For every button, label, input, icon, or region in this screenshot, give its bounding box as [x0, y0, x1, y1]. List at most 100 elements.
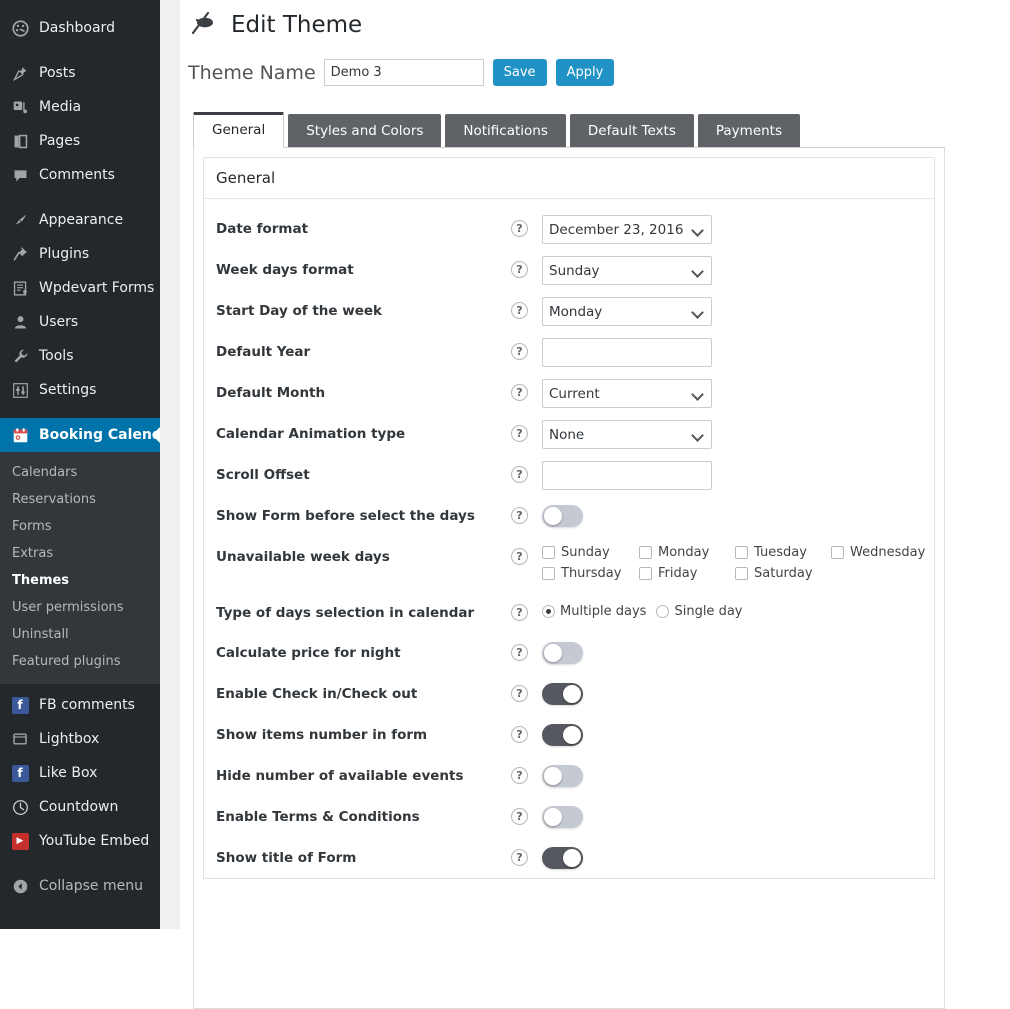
sidebar-item-label: Countdown: [39, 799, 119, 815]
help-icon[interactable]: ?: [511, 808, 528, 825]
hide-number-of-available-events-toggle[interactable]: [542, 765, 583, 787]
sidebar-plugin-section: f FB comments Lightbox f Like Box Countd…: [0, 684, 160, 858]
sidebar-item-lightbox[interactable]: Lightbox: [0, 722, 160, 756]
checkbox-thursday[interactable]: Thursday: [542, 566, 627, 581]
start-day-select[interactable]: Monday: [542, 297, 712, 326]
row-label: Calculate price for night: [216, 645, 401, 661]
radio-single-day[interactable]: Single day: [656, 604, 742, 619]
collapse-arrow-icon: [10, 876, 30, 896]
sidebar-item-calendars[interactable]: Calendars: [0, 459, 160, 486]
help-icon[interactable]: ?: [511, 548, 528, 565]
default-month-select-wrap: Current: [542, 379, 712, 408]
help-icon[interactable]: ?: [511, 384, 528, 401]
help-icon[interactable]: ?: [511, 425, 528, 442]
scroll-offset-input[interactable]: [542, 461, 712, 490]
tab-payments[interactable]: Payments: [697, 114, 801, 148]
checkbox-sunday[interactable]: Sunday: [542, 545, 627, 560]
sidebar-item-forms[interactable]: Forms: [0, 513, 160, 540]
enable-terms-and-conditions-toggle[interactable]: [542, 806, 583, 828]
sidebar-item-comments[interactable]: Comments: [0, 158, 160, 192]
help-icon[interactable]: ?: [511, 343, 528, 360]
sidebar-item-appearance[interactable]: Appearance: [0, 203, 160, 237]
sidebar-item-like-box[interactable]: f Like Box: [0, 756, 160, 790]
show-form-before-select-days-toggle[interactable]: [542, 505, 583, 527]
theme-name-input[interactable]: [323, 59, 484, 86]
row-label: Show items number in form: [216, 727, 428, 743]
checkbox-monday[interactable]: Monday: [639, 545, 723, 560]
sidebar-item-user-permissions[interactable]: User permissions: [0, 594, 160, 621]
row-show-items-number-in-form: Show items number in form ?: [204, 714, 934, 755]
tab-general[interactable]: General: [193, 112, 285, 148]
sidebar-item-posts[interactable]: Posts: [0, 56, 160, 90]
row-week-days-format: Week days format ? Sunday: [204, 249, 934, 290]
default-year-input[interactable]: [542, 338, 712, 367]
sidebar-item-youtube-embed[interactable]: ▶ YouTube Embed: [0, 824, 160, 858]
tab-notifications[interactable]: Notifications: [445, 114, 566, 148]
toggle-knob: [544, 644, 562, 662]
date-format-select[interactable]: December 23, 2016: [542, 215, 712, 244]
row-type-of-days-selection: Type of days selection in calendar ? Mul…: [204, 592, 934, 632]
checkbox-friday[interactable]: Friday: [639, 566, 723, 581]
apply-button[interactable]: Apply: [555, 59, 615, 86]
help-icon[interactable]: ?: [511, 685, 528, 702]
show-items-number-in-form-toggle[interactable]: [542, 724, 583, 746]
help-icon[interactable]: ?: [511, 644, 528, 661]
help-icon[interactable]: ?: [511, 726, 528, 743]
sidebar-item-reservations[interactable]: Reservations: [0, 486, 160, 513]
sidebar-item-tools[interactable]: Tools: [0, 339, 160, 373]
help-icon[interactable]: ?: [511, 849, 528, 866]
help-icon[interactable]: ?: [511, 220, 528, 237]
checkbox-wednesday[interactable]: Wednesday: [831, 545, 925, 560]
default-month-select[interactable]: Current: [542, 379, 712, 408]
sidebar-item-extras[interactable]: Extras: [0, 540, 160, 567]
toggle-knob: [544, 767, 562, 785]
sidebar-item-countdown[interactable]: Countdown: [0, 790, 160, 824]
row-label: Week days format: [216, 262, 354, 278]
enable-check-in-check-out-toggle[interactable]: [542, 683, 583, 705]
animation-type-select[interactable]: None: [542, 420, 712, 449]
date-format-select-wrap: December 23, 2016: [542, 215, 712, 244]
sidebar-item-uninstall[interactable]: Uninstall: [0, 621, 160, 648]
show-title-of-form-toggle[interactable]: [542, 847, 583, 869]
start-day-select-wrap: Monday: [542, 297, 712, 326]
help-icon[interactable]: ?: [511, 767, 528, 784]
row-label: Default Month: [216, 385, 326, 401]
sidebar-item-label: Plugins: [39, 246, 90, 262]
row-label: Scroll Offset: [216, 467, 310, 483]
checkbox-tuesday[interactable]: Tuesday: [735, 545, 819, 560]
checkbox-box: [735, 546, 748, 559]
sidebar-item-booking-calendar[interactable]: Booking Calendar: [0, 418, 160, 452]
radio-multiple-days[interactable]: Multiple days: [542, 604, 646, 619]
facebook-icon: f: [10, 763, 30, 783]
checkbox-saturday[interactable]: Saturday: [735, 566, 819, 581]
week-days-format-select[interactable]: Sunday: [542, 256, 712, 285]
row-control: [542, 336, 712, 367]
help-icon[interactable]: ?: [511, 466, 528, 483]
sidebar-item-featured-plugins[interactable]: Featured plugins: [0, 648, 160, 675]
tab-default-texts[interactable]: Default Texts: [569, 114, 694, 148]
tab-styles-and-colors[interactable]: Styles and Colors: [288, 114, 442, 148]
help-icon[interactable]: ?: [511, 507, 528, 524]
panel-title: General: [204, 158, 934, 199]
row-control: Multiple days Single day: [542, 597, 748, 619]
help-icon[interactable]: ?: [511, 302, 528, 319]
sidebar-item-wpdevart-forms[interactable]: Wpdevart Forms: [0, 271, 160, 305]
sidebar-item-themes[interactable]: Themes: [0, 567, 160, 594]
sidebar-item-users[interactable]: Users: [0, 305, 160, 339]
sidebar-collapse-menu[interactable]: Collapse menu: [0, 869, 160, 903]
help-icon[interactable]: ?: [511, 604, 528, 621]
row-control: Sunday Monday Tuesday Wednesday Thursday…: [542, 541, 942, 587]
toggle-knob: [563, 849, 581, 867]
tools-wrench-icon: [10, 346, 30, 366]
sidebar-item-media[interactable]: Media: [0, 90, 160, 124]
sidebar-item-fb-comments[interactable]: f FB comments: [0, 688, 160, 722]
sidebar-item-label: Comments: [39, 167, 115, 183]
sidebar-item-pages[interactable]: Pages: [0, 124, 160, 158]
sidebar-item-dashboard[interactable]: Dashboard: [0, 11, 160, 45]
sidebar-item-plugins[interactable]: Plugins: [0, 237, 160, 271]
save-button[interactable]: Save: [492, 59, 547, 86]
sidebar-divider-2: [0, 192, 160, 203]
calculate-price-for-night-toggle[interactable]: [542, 642, 583, 664]
sidebar-item-settings[interactable]: Settings: [0, 373, 160, 407]
help-icon[interactable]: ?: [511, 261, 528, 278]
